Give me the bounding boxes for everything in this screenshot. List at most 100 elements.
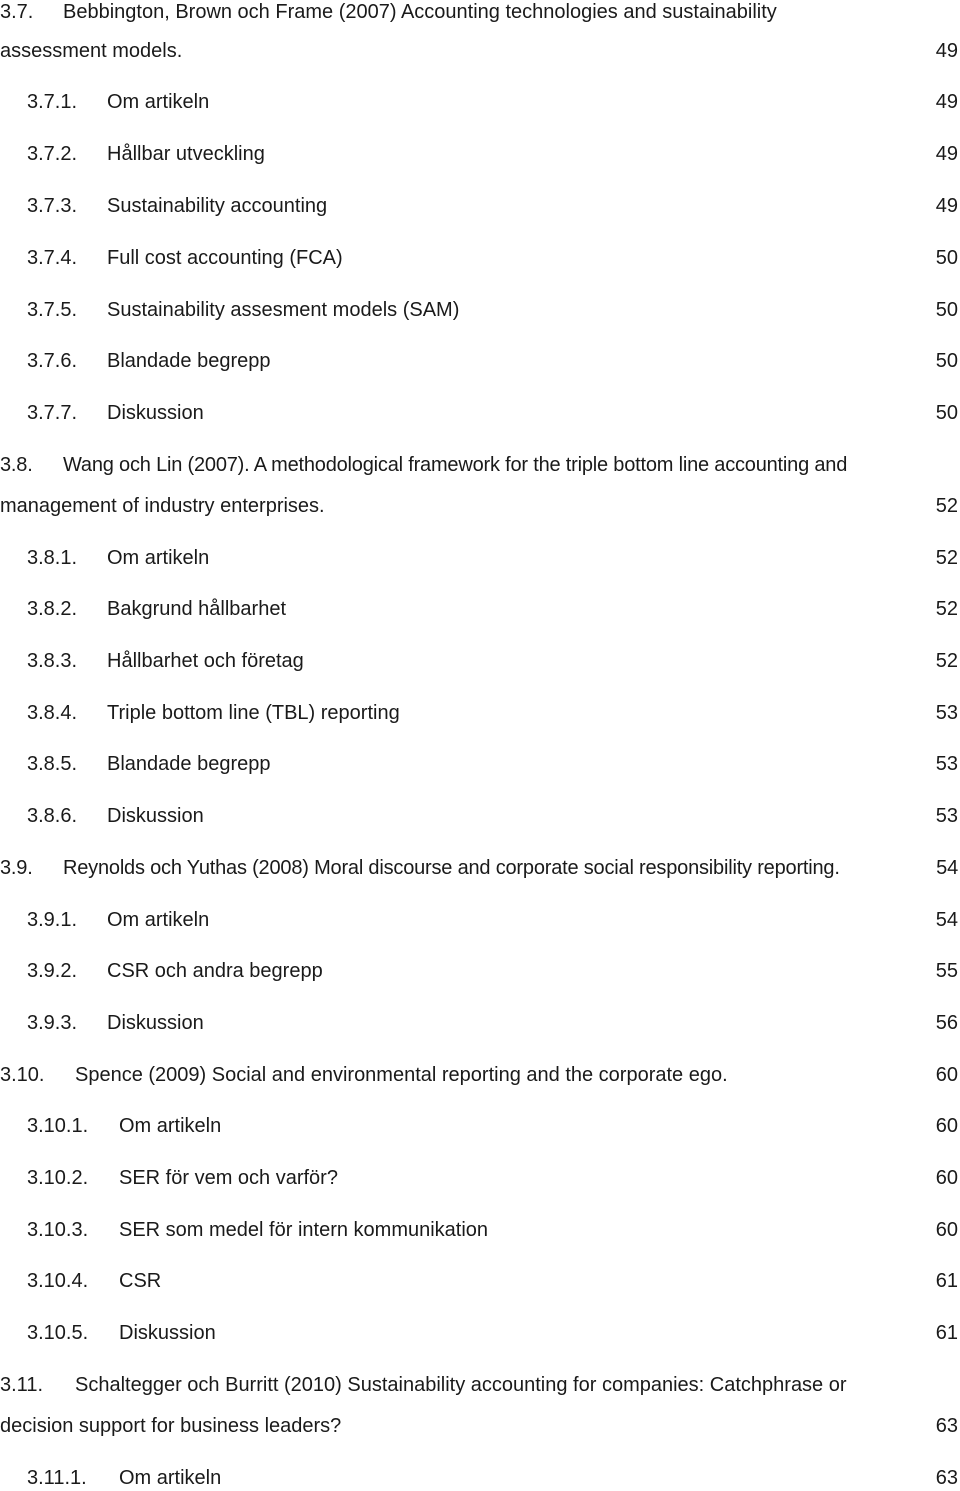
section-number: 3.8.1. (27, 547, 78, 569)
page-number: 50 (935, 299, 958, 321)
section-number: 3.7. (0, 1, 34, 23)
toc-entry-3-10-2[interactable]: 3.10.2. SER för vem och varför? 60 (0, 1165, 960, 1191)
section-number: 3.10. (0, 1064, 45, 1086)
section-title: Hållbar utveckling (107, 143, 265, 165)
section-number: 3.10.1. (27, 1115, 89, 1137)
section-number: 3.10.2. (27, 1167, 89, 1189)
section-title: Bebbington, Brown och Frame (2007) Accou… (63, 1, 777, 23)
toc-entry-3-9-2[interactable]: 3.9.2. CSR och andra begrepp 55 (0, 958, 960, 984)
page-number: 54 (935, 909, 958, 931)
page-number: 60 (935, 1064, 958, 1086)
section-number: 3.8.4. (27, 702, 78, 724)
section-number: 3.7.4. (27, 247, 78, 269)
page-number: 52 (935, 495, 958, 517)
toc-entry-3-8-4[interactable]: 3.8.4. Triple bottom line (TBL) reportin… (0, 700, 960, 726)
section-title: Om artikeln (107, 547, 210, 569)
page-number: 50 (935, 247, 958, 269)
toc-entry-3-7-1[interactable]: 3.7.1. Om artikeln 49 (0, 89, 960, 115)
section-title: Full cost accounting (FCA) (107, 247, 343, 269)
page-number: 53 (935, 753, 958, 775)
page-number: 60 (935, 1219, 958, 1241)
toc-entry-3-9-1[interactable]: 3.9.1. Om artikeln 54 (0, 907, 960, 933)
toc-entry-3-7-3[interactable]: 3.7.3. Sustainability accounting 49 (0, 193, 960, 219)
section-number: 3.7.5. (27, 299, 78, 321)
section-title: Diskussion (107, 402, 204, 424)
toc-entry-3-7-6[interactable]: 3.7.6. Blandade begrepp 50 (0, 348, 960, 374)
section-title: Bakgrund hållbarhet (107, 598, 287, 620)
page-number: 63 (935, 1467, 958, 1489)
section-number: 3.7.6. (27, 350, 78, 372)
toc-entry-3-8-5[interactable]: 3.8.5. Blandade begrepp 53 (0, 751, 960, 777)
section-title-continued: management of industry enterprises. (0, 495, 325, 517)
toc-entry-3-10-5[interactable]: 3.10.5. Diskussion 61 (0, 1320, 960, 1346)
section-number: 3.9.1. (27, 909, 78, 931)
section-number: 3.9.2. (27, 960, 78, 982)
section-title: Diskussion (107, 805, 204, 827)
section-number: 3.7.2. (27, 143, 78, 165)
page-number: 50 (935, 402, 958, 424)
page-number: 52 (935, 650, 958, 672)
section-title: CSR (119, 1270, 162, 1292)
page-number: 54 (936, 857, 958, 879)
toc-entry-3-8-1[interactable]: 3.8.1. Om artikeln 52 (0, 545, 960, 571)
section-number: 3.10.3. (27, 1219, 89, 1241)
toc-entry-3-11-1[interactable]: 3.11.1. Om artikeln 63 (0, 1465, 960, 1491)
page-number: 56 (935, 1012, 958, 1034)
section-number: 3.11.1. (27, 1467, 87, 1489)
section-number: 3.7.1. (27, 91, 78, 113)
page-number: 53 (935, 805, 958, 827)
toc-entry-3-7-4[interactable]: 3.7.4. Full cost accounting (FCA) 50 (0, 245, 960, 271)
toc-entry-3-9-3[interactable]: 3.9.3. Diskussion 56 (0, 1010, 960, 1036)
toc-entry-3-7-continued[interactable]: assessment models. 49 (0, 38, 960, 64)
section-number: 3.8.6. (27, 805, 78, 827)
section-title: Diskussion (107, 1012, 204, 1034)
toc-entry-3-7-7[interactable]: 3.7.7. Diskussion 50 (0, 400, 960, 426)
toc-entry-3-11[interactable]: 3.11. Schaltegger och Burritt (2010) Sus… (0, 1372, 960, 1398)
page-number: 52 (935, 598, 958, 620)
section-title: Sustainability accounting (107, 195, 328, 217)
section-title: Wang och Lin (2007). A methodological fr… (63, 454, 848, 476)
section-title: Reynolds och Yuthas (2008) Moral discour… (63, 857, 840, 879)
toc-entry-3-10-4[interactable]: 3.10.4. CSR 61 (0, 1268, 960, 1294)
section-number: 3.11. (0, 1374, 43, 1396)
section-number: 3.9.3. (27, 1012, 78, 1034)
page-number: 53 (935, 702, 958, 724)
page-number: 61 (935, 1322, 958, 1344)
toc-entry-3-7-2[interactable]: 3.7.2. Hållbar utveckling 49 (0, 141, 960, 167)
section-number: 3.10.5. (27, 1322, 89, 1344)
toc-entry-3-7-5[interactable]: 3.7.5. Sustainability assesment models (… (0, 297, 960, 323)
toc-entry-3-8-6[interactable]: 3.8.6. Diskussion 53 (0, 803, 960, 829)
section-title: Om artikeln (107, 91, 210, 113)
toc-entry-3-11-continued[interactable]: decision support for business leaders? 6… (0, 1413, 960, 1439)
toc-entry-3-8-3[interactable]: 3.8.3. Hållbarhet och företag 52 (0, 648, 960, 674)
section-number: 3.8.3. (27, 650, 78, 672)
section-title: Triple bottom line (TBL) reporting (107, 702, 400, 724)
section-title: Blandade begrepp (107, 350, 271, 372)
section-title: CSR och andra begrepp (107, 960, 323, 982)
page-number: 63 (935, 1415, 958, 1437)
section-number: 3.7.3. (27, 195, 78, 217)
toc-entry-3-8[interactable]: 3.8. Wang och Lin (2007). A methodologic… (0, 452, 960, 478)
section-number: 3.9. (0, 857, 33, 879)
section-number: 3.10.4. (27, 1270, 89, 1292)
toc-entry-3-8-2[interactable]: 3.8.2. Bakgrund hållbarhet 52 (0, 596, 960, 622)
page-number: 55 (935, 960, 958, 982)
section-title: Spence (2009) Social and environmental r… (75, 1064, 728, 1086)
toc-entry-3-8-continued[interactable]: management of industry enterprises. 52 (0, 493, 960, 519)
section-title: Diskussion (119, 1322, 216, 1344)
section-title: SER som medel för intern kommunikation (119, 1219, 489, 1241)
toc-entry-3-10-1[interactable]: 3.10.1. Om artikeln 60 (0, 1113, 960, 1139)
toc-entry-3-9[interactable]: 3.9. Reynolds och Yuthas (2008) Moral di… (0, 855, 960, 881)
page-number: 49 (935, 195, 958, 217)
page-number: 60 (935, 1167, 958, 1189)
toc-entry-3-10[interactable]: 3.10. Spence (2009) Social and environme… (0, 1062, 960, 1088)
toc-entry-3-7[interactable]: 3.7. Bebbington, Brown och Frame (2007) … (0, 0, 960, 25)
section-title: SER för vem och varför? (119, 1167, 338, 1189)
section-title-continued: decision support for business leaders? (0, 1415, 342, 1437)
page-number: 50 (935, 350, 958, 372)
section-title: Hållbarhet och företag (107, 650, 304, 672)
section-number: 3.7.7. (27, 402, 78, 424)
page-number: 49 (935, 91, 958, 113)
page-number: 52 (935, 547, 958, 569)
toc-entry-3-10-3[interactable]: 3.10.3. SER som medel för intern kommuni… (0, 1217, 960, 1243)
